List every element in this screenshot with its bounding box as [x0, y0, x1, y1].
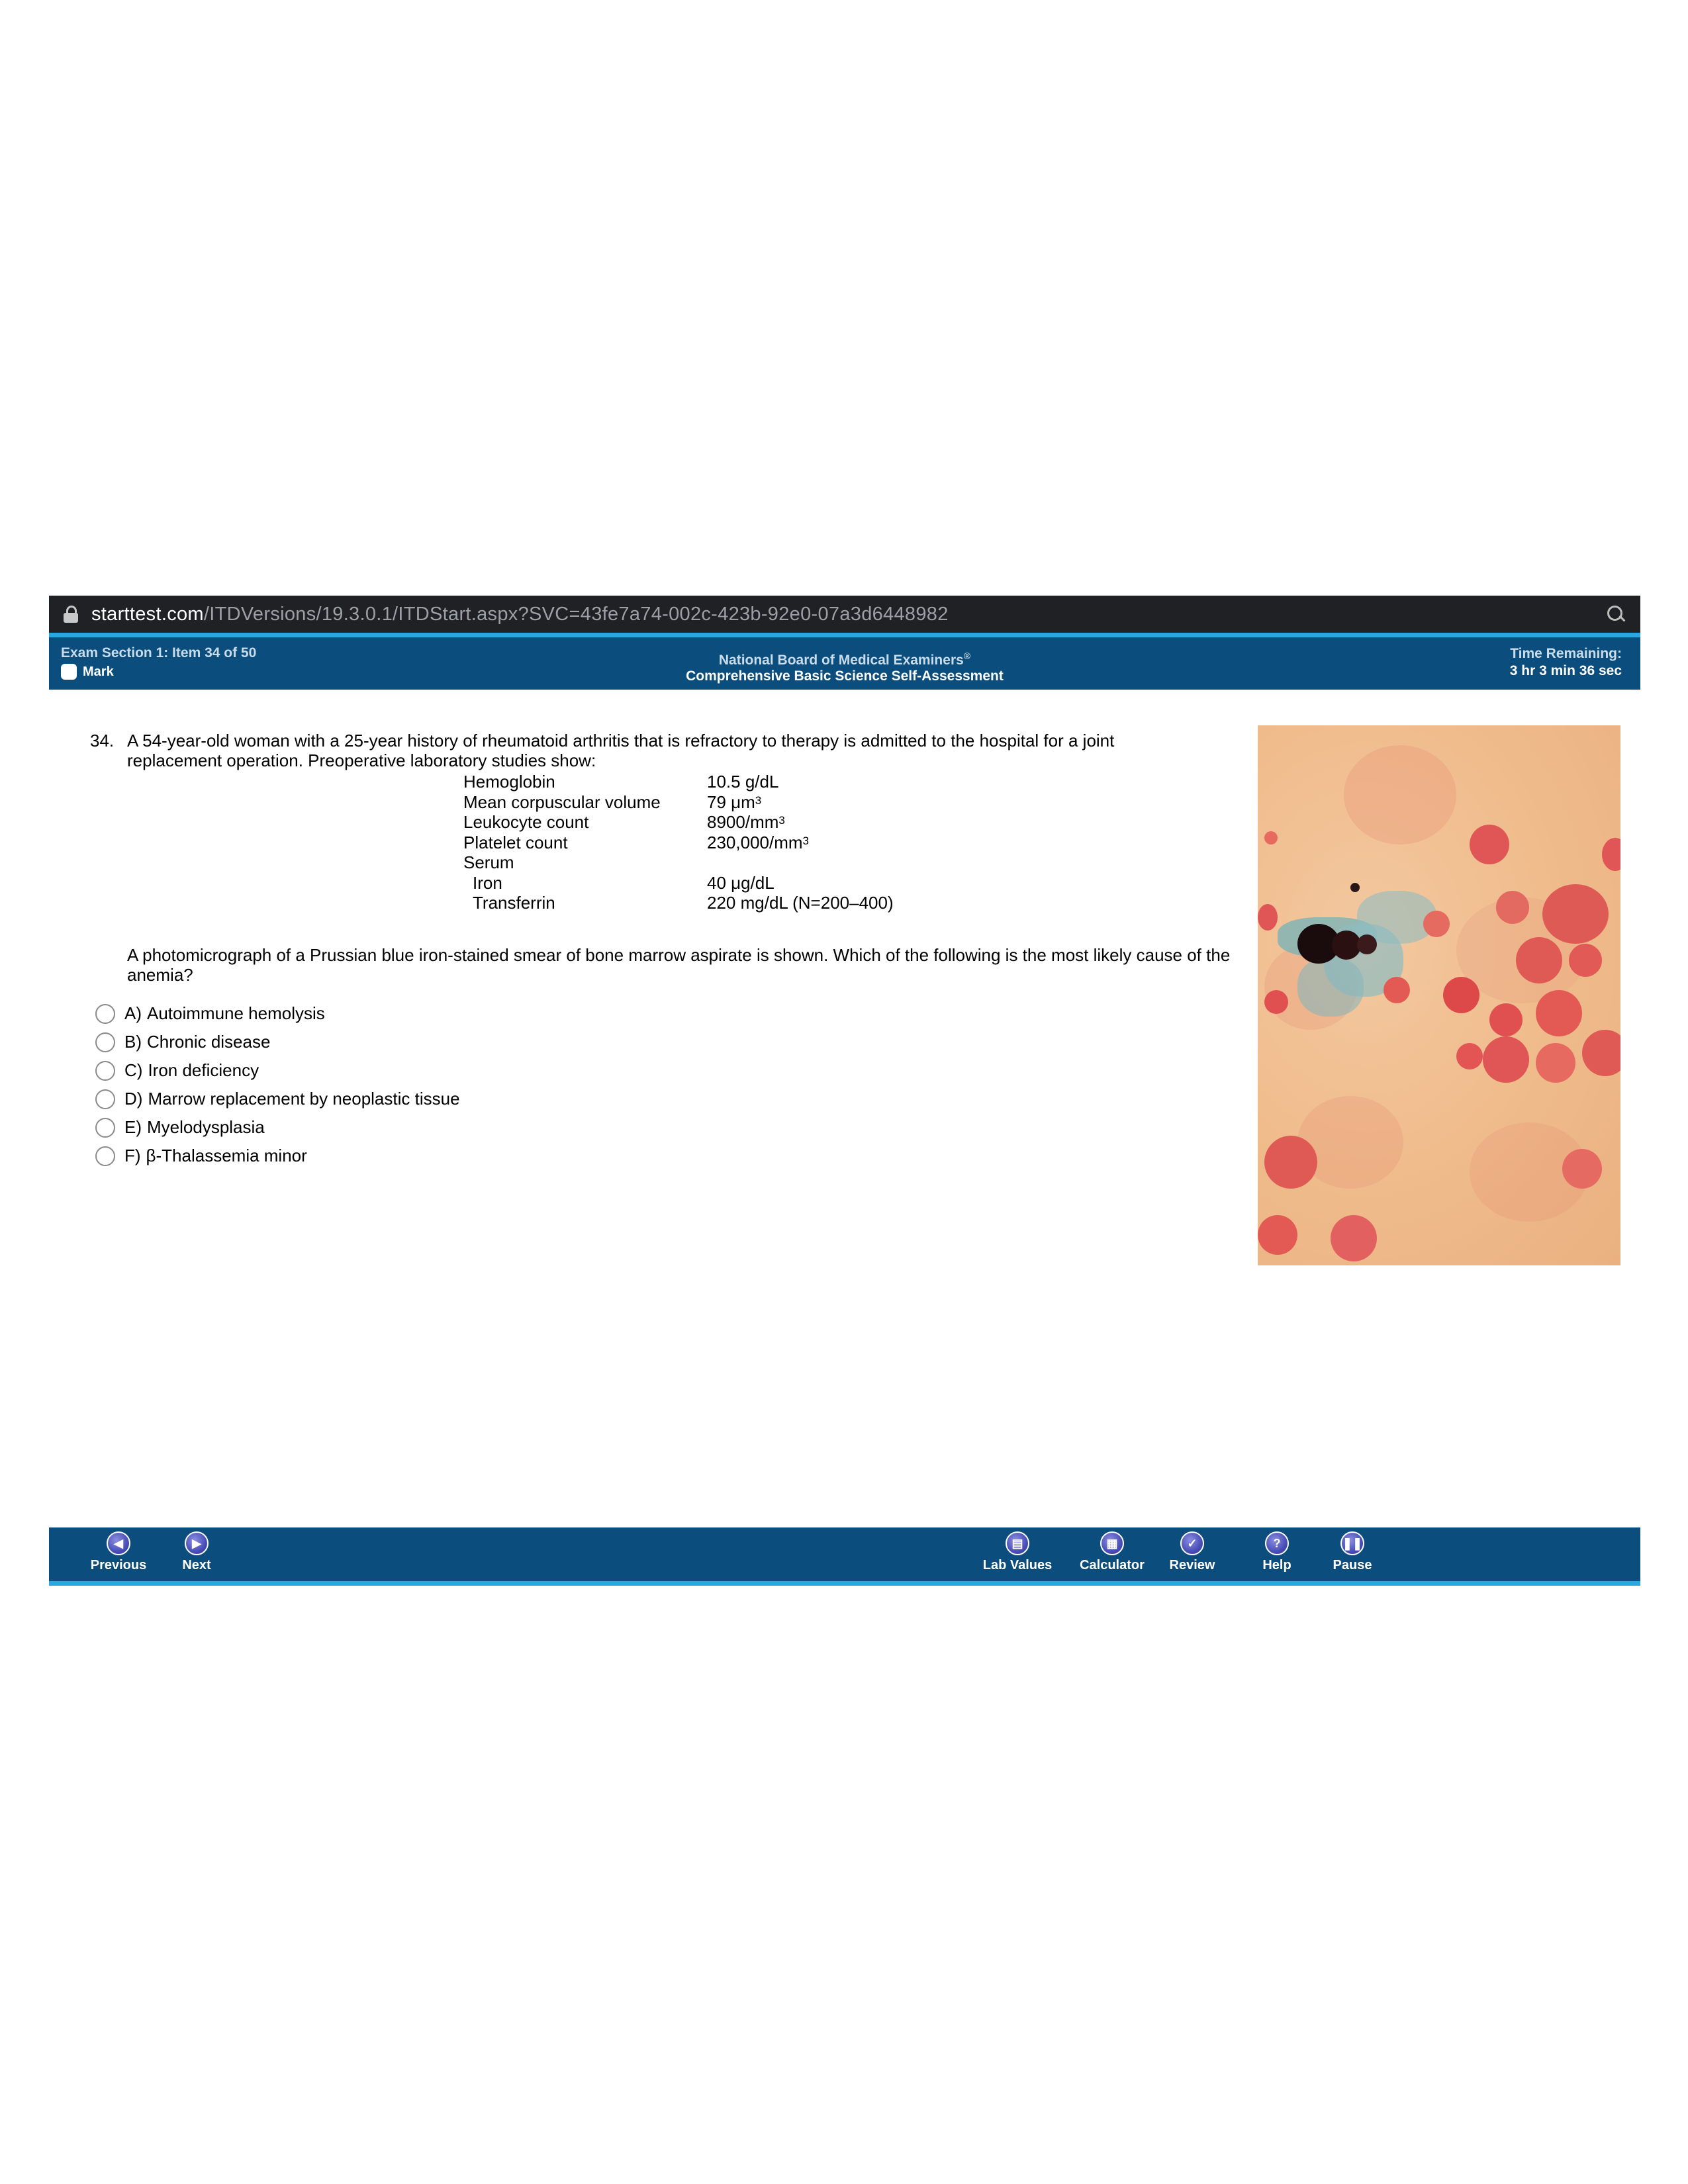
- url-path: /ITDVersions/19.3.0.1/ITDStart.aspx?SVC=…: [203, 603, 949, 625]
- lab-value: 230,000/mm3: [707, 832, 809, 852]
- lab-name: Transferrin: [473, 893, 555, 913]
- question-area: 34. A 54-year-old woman with a 25-year h…: [49, 690, 1640, 1527]
- exam-name: Comprehensive Basic Science Self-Assessm…: [686, 668, 1004, 684]
- answer-choice-a[interactable]: A) Autoimmune hemolysis: [95, 999, 460, 1028]
- lab-name: Mean corpuscular volume: [463, 792, 661, 812]
- answer-choice-f[interactable]: F) β-Thalassemia minor: [95, 1142, 460, 1170]
- choice-text: Chronic disease: [147, 1032, 271, 1052]
- next-button[interactable]: ▶ Next: [160, 1531, 233, 1573]
- lab-row: Serum: [463, 852, 894, 873]
- photomicrograph-image[interactable]: [1258, 725, 1620, 1265]
- calculator-icon: ▦: [1100, 1531, 1124, 1555]
- choice-letter: C): [124, 1060, 143, 1080]
- lab-value: 79 μm3: [707, 792, 762, 812]
- answer-choice-d[interactable]: D) Marrow replacement by neoplastic tiss…: [95, 1085, 460, 1113]
- url-host: starttest.com: [91, 603, 204, 625]
- radio-button[interactable]: [95, 1117, 115, 1138]
- browser-url-bar[interactable]: starttest.com/ITDVersions/19.3.0.1/ITDSt…: [49, 596, 1640, 633]
- org-name: National Board of Medical Examiners: [718, 653, 964, 668]
- accent-stripe-bottom: [49, 1581, 1640, 1586]
- exam-title: National Board of Medical Examiners® Com…: [49, 648, 1640, 684]
- lab-name: Leukocyte count: [463, 812, 589, 832]
- radio-button[interactable]: [95, 1003, 115, 1024]
- lab-values-button[interactable]: ▤ Lab Values: [981, 1531, 1054, 1573]
- choice-letter: D): [124, 1089, 143, 1109]
- lab-value: 40 μg/dL: [707, 872, 774, 893]
- time-value: 3 hr 3 min 36 sec: [1509, 663, 1622, 678]
- lab-row: Platelet count 230,000/mm3: [463, 833, 894, 853]
- review-label: Review: [1169, 1558, 1215, 1572]
- choice-text: Myelodysplasia: [147, 1117, 265, 1137]
- answer-choices: A) Autoimmune hemolysis B) Chronic disea…: [95, 999, 460, 1170]
- exam-header: Exam Section 1: Item 34 of 50 Mark Natio…: [49, 637, 1640, 690]
- lab-values-icon: ▤: [1006, 1531, 1029, 1555]
- exam-window: starttest.com/ITDVersions/19.3.0.1/ITDSt…: [49, 596, 1640, 1586]
- url-text[interactable]: starttest.com/ITDVersions/19.3.0.1/ITDSt…: [91, 604, 949, 625]
- previous-icon: ◀: [107, 1531, 130, 1555]
- lab-value: 8900/mm3: [707, 812, 785, 832]
- choice-text: Autoimmune hemolysis: [147, 1003, 325, 1023]
- answer-choice-e[interactable]: E) Myelodysplasia: [95, 1113, 460, 1142]
- time-remaining: Time Remaining: 3 hr 3 min 36 sec: [1510, 645, 1622, 680]
- lab-row: Leukocyte count 8900/mm3: [463, 812, 894, 833]
- question-stem: 34. A 54-year-old woman with a 25-year h…: [90, 731, 1160, 770]
- choice-text: Iron deficiency: [148, 1060, 259, 1080]
- calculator-button[interactable]: ▦ Calculator: [1076, 1531, 1149, 1573]
- radio-button[interactable]: [95, 1060, 115, 1081]
- help-button[interactable]: ? Help: [1241, 1531, 1313, 1573]
- zoom-icon[interactable]: [1606, 604, 1626, 624]
- review-icon: ✓: [1180, 1531, 1204, 1555]
- pause-button[interactable]: ❚❚ Pause: [1316, 1531, 1389, 1573]
- stem-text: A 54-year-old woman with a 25-year histo…: [127, 731, 1115, 770]
- lab-name: Iron: [473, 872, 502, 893]
- review-button[interactable]: ✓ Review: [1156, 1531, 1229, 1573]
- lab-value: 220 mg/dL (N=200–400): [707, 893, 894, 913]
- answer-choice-c[interactable]: C) Iron deficiency: [95, 1056, 460, 1085]
- choice-letter: A): [124, 1003, 142, 1023]
- exam-footer: ◀ Previous ▶ Next ▤ Lab Values ▦ Calcula…: [49, 1527, 1640, 1581]
- answer-choice-b[interactable]: B) Chronic disease: [95, 1028, 460, 1056]
- pause-icon: ❚❚: [1340, 1531, 1364, 1555]
- help-icon: ?: [1265, 1531, 1289, 1555]
- lab-row: Iron 40 μg/dL: [463, 873, 894, 893]
- choice-letter: E): [124, 1117, 142, 1137]
- lock-icon: [64, 606, 78, 623]
- pause-label: Pause: [1333, 1558, 1372, 1572]
- lab-row: Transferrin 220 mg/dL (N=200–400): [463, 893, 894, 913]
- previous-label: Previous: [90, 1558, 147, 1572]
- next-label: Next: [182, 1558, 211, 1572]
- time-label: Time Remaining:: [1510, 646, 1622, 661]
- lab-table: Hemoglobin 10.5 g/dL Mean corpuscular vo…: [463, 772, 894, 913]
- radio-button[interactable]: [95, 1032, 115, 1052]
- lab-name: Platelet count: [463, 832, 568, 852]
- choice-text: β-Thalassemia minor: [146, 1146, 307, 1165]
- question-number: 34.: [90, 731, 115, 751]
- lab-name: Serum: [463, 852, 514, 872]
- previous-button[interactable]: ◀ Previous: [82, 1531, 155, 1573]
- lab-value: 10.5 g/dL: [707, 772, 779, 792]
- calculator-label: Calculator: [1080, 1558, 1145, 1572]
- lab-row: Hemoglobin 10.5 g/dL: [463, 772, 894, 792]
- help-label: Help: [1262, 1558, 1291, 1572]
- choice-letter: F): [124, 1146, 141, 1165]
- lab-row: Mean corpuscular volume 79 μm3: [463, 792, 894, 813]
- question-prompt: A photomicrograph of a Prussian blue iro…: [127, 945, 1231, 985]
- choice-letter: B): [124, 1032, 142, 1052]
- next-icon: ▶: [185, 1531, 209, 1555]
- radio-button[interactable]: [95, 1146, 115, 1166]
- lab-name: Hemoglobin: [463, 772, 555, 792]
- choice-text: Marrow replacement by neoplastic tissue: [148, 1089, 460, 1109]
- accent-stripe: [49, 633, 1640, 637]
- registered-mark: ®: [963, 651, 971, 661]
- radio-button[interactable]: [95, 1089, 115, 1109]
- lab-values-label: Lab Values: [982, 1558, 1053, 1572]
